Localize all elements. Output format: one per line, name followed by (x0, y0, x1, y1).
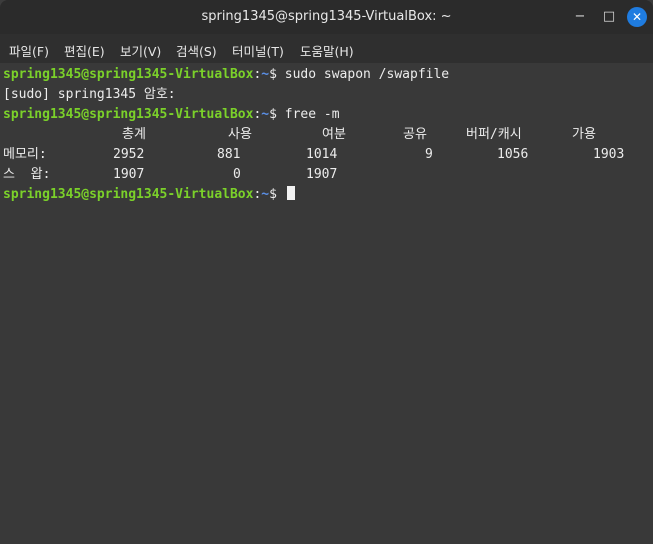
table-cell: 1056 (497, 147, 529, 162)
command-line-free: spring1345@spring1345-VirtualBox:~$ free… (3, 105, 340, 125)
title-bar[interactable]: spring1345@spring1345-VirtualBox: ~ − □ … (0, 0, 653, 34)
prompt-dollar: $ (269, 187, 277, 202)
menu-view[interactable]: 보기(V) (120, 41, 161, 60)
prompt-dollar: $ (269, 67, 277, 82)
maximize-button[interactable]: □ (599, 7, 619, 27)
command-line-swapon: spring1345@spring1345-VirtualBox:~$ sudo… (3, 65, 449, 85)
terminal-window: spring1345@spring1345-VirtualBox: ~ − □ … (0, 0, 653, 544)
table-cell: 1907 (306, 167, 338, 182)
row-label-swap: 스 왑: (3, 167, 51, 182)
row-label-memory: 메모리: (3, 147, 47, 162)
window-title: spring1345@spring1345-VirtualBox: ~ (201, 9, 452, 24)
menu-file[interactable]: 파일(F) (9, 41, 49, 60)
command-text: free -m (276, 107, 340, 122)
prompt-dollar: $ (269, 107, 277, 122)
table-cell: 9 (425, 147, 433, 162)
header-available: 가용 (572, 127, 596, 142)
header-total: 총계 (122, 127, 146, 142)
menu-help[interactable]: 도움말(H) (300, 41, 354, 60)
table-cell: 1014 (306, 147, 338, 162)
table-cell: 1903 (593, 147, 625, 162)
command-text: sudo swapon /swapfile (276, 67, 450, 82)
close-button[interactable]: ✕ (627, 7, 647, 27)
menu-edit[interactable]: 편집(E) (64, 41, 105, 60)
header-used: 사용 (228, 127, 252, 142)
table-cell: 2952 (113, 147, 145, 162)
table-cell: 1907 (113, 167, 145, 182)
prompt-user-host: spring1345@spring1345-VirtualBox (3, 67, 254, 82)
header-shared: 공유 (403, 127, 427, 142)
table-cell: 881 (217, 147, 241, 162)
minimize-button[interactable]: − (570, 7, 590, 27)
prompt-path: ~ (261, 187, 270, 202)
sudo-password-prompt: [sudo] spring1345 암호: (3, 87, 176, 102)
menu-search[interactable]: 검색(S) (176, 41, 217, 60)
prompt-path: ~ (261, 67, 270, 82)
menu-terminal[interactable]: 터미널(T) (232, 41, 284, 60)
terminal-output[interactable]: spring1345@spring1345-VirtualBox:~$ sudo… (0, 63, 653, 544)
header-buff-cache: 버퍼/캐시 (466, 127, 522, 142)
command-line-current: spring1345@spring1345-VirtualBox:~$ (3, 185, 295, 205)
menu-bar: 파일(F) 편집(E) 보기(V) 검색(S) 터미널(T) 도움말(H) (0, 34, 653, 63)
prompt-user-host: spring1345@spring1345-VirtualBox (3, 107, 254, 122)
header-free: 여분 (322, 127, 346, 142)
prompt-user-host: spring1345@spring1345-VirtualBox (3, 187, 254, 202)
table-cell: 0 (233, 167, 241, 182)
command-text (277, 187, 285, 202)
prompt-path: ~ (261, 107, 270, 122)
text-cursor (286, 186, 295, 200)
